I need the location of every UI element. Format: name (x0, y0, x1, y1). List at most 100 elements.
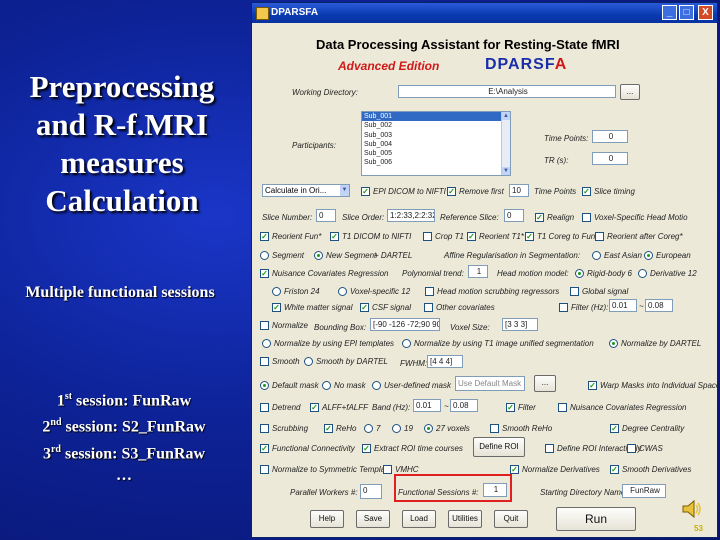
band-low-input[interactable]: 0.01 (413, 399, 441, 412)
load-button[interactable]: Load (402, 510, 436, 528)
rigid-body-radio[interactable] (575, 269, 584, 278)
smooth-checkbox[interactable] (260, 357, 269, 366)
maximize-button[interactable]: □ (679, 5, 694, 20)
parallel-workers-input[interactable]: 0 (360, 484, 382, 499)
warp-masks-checkbox[interactable]: ✓ (588, 381, 597, 390)
slice-number-input[interactable]: 0 (316, 209, 336, 222)
csf-checkbox[interactable]: ✓ (360, 303, 369, 312)
no-mask-radio[interactable] (322, 381, 331, 390)
european-radio[interactable] (644, 251, 653, 260)
smooth-dartel-label: Smooth by DARTEL (316, 357, 388, 366)
nuisance-regression-checkbox[interactable]: ✓ (260, 269, 269, 278)
speaker-icon[interactable] (681, 498, 703, 520)
degree-centrality-checkbox[interactable]: ✓ (610, 424, 619, 433)
list-item[interactable]: Sub_006 (362, 158, 510, 167)
reho-7-radio[interactable] (364, 424, 373, 433)
t1-coreg-checkbox[interactable]: ✓ (525, 232, 534, 241)
norm-dartel-radio[interactable] (609, 339, 618, 348)
global-signal-checkbox[interactable] (570, 287, 579, 296)
list-item[interactable]: Sub_003 (362, 131, 510, 140)
new-segment-radio[interactable] (314, 251, 323, 260)
voxel-size-input[interactable]: [3 3 3] (502, 318, 538, 331)
starting-dir-input[interactable]: FunRaw (622, 484, 666, 498)
nuisance-regression-2-checkbox[interactable] (558, 403, 567, 412)
scrubbing-checkbox[interactable] (260, 424, 269, 433)
define-roi-button[interactable]: Define ROI (473, 437, 525, 457)
smooth-dartel-radio[interactable] (304, 357, 313, 366)
norm-symmetric-checkbox[interactable] (260, 465, 269, 474)
quit-button[interactable]: Quit (494, 510, 528, 528)
user-mask-radio[interactable] (372, 381, 381, 390)
polynomial-trend-input[interactable]: 1 (468, 265, 488, 278)
reho-19-radio[interactable] (392, 424, 401, 433)
head-scrubbing-checkbox[interactable] (425, 287, 434, 296)
bounding-box-input[interactable]: [-90 -126 -72;90 90 108] (370, 318, 440, 331)
norm-epi-radio[interactable] (262, 339, 271, 348)
reorient-fun-checkbox[interactable]: ✓ (260, 232, 269, 241)
cwas-checkbox[interactable] (627, 444, 636, 453)
participants-list[interactable]: Sub_001 Sub_002 Sub_003 Sub_004 Sub_005 … (361, 111, 511, 176)
session-line-1: 1st session: FunRaw (4, 386, 244, 412)
save-button[interactable]: Save (356, 510, 390, 528)
filter-high-input[interactable]: 0.08 (645, 299, 673, 312)
vmhc-checkbox[interactable] (383, 465, 392, 474)
tr-input[interactable]: 0 (592, 152, 628, 165)
list-item[interactable]: Sub_005 (362, 149, 510, 158)
working-dir-input[interactable]: E:\Analysis (398, 85, 616, 98)
run-button[interactable]: Run (556, 507, 636, 531)
normalize-checkbox[interactable] (260, 321, 269, 330)
derivative-radio[interactable] (638, 269, 647, 278)
calc-space-select[interactable]: Calculate in Ori... ▼ (262, 184, 350, 197)
detrend-checkbox[interactable] (260, 403, 269, 412)
reorient-after-coreg-checkbox[interactable] (595, 232, 604, 241)
define-roi-interactively-checkbox[interactable] (545, 444, 554, 453)
norm-t1-radio[interactable] (402, 339, 411, 348)
slice-order-input[interactable]: 1:2:33,2:2:32 (387, 209, 435, 222)
reorient-t1-checkbox[interactable]: ✓ (467, 232, 476, 241)
fwhm-input[interactable]: [4 4 4] (427, 355, 463, 368)
reference-slice-input[interactable]: 0 (504, 209, 524, 222)
list-item[interactable]: Sub_004 (362, 140, 510, 149)
white-matter-checkbox[interactable]: ✓ (272, 303, 281, 312)
working-dir-browse-button[interactable]: ... (620, 84, 640, 100)
filter-main-checkbox[interactable]: ✓ (506, 403, 515, 412)
default-mask-radio[interactable] (260, 381, 269, 390)
realign-checkbox[interactable]: ✓ (535, 213, 544, 222)
crop-t1-checkbox[interactable] (423, 232, 432, 241)
window-titlebar[interactable]: DPARSFA _ □ X (252, 3, 717, 23)
voxel-head-motion-checkbox[interactable] (582, 213, 591, 222)
other-covariates-checkbox[interactable] (424, 303, 433, 312)
list-item[interactable]: Sub_002 (362, 121, 510, 130)
use-default-mask-input[interactable]: Use Default Mask (455, 376, 525, 391)
normalize-derivatives-checkbox[interactable]: ✓ (510, 465, 519, 474)
slice-timing-checkbox[interactable]: ✓ (582, 187, 591, 196)
filter-low-input[interactable]: 0.01 (609, 299, 637, 312)
minimize-button[interactable]: _ (662, 5, 677, 20)
friston-radio[interactable] (272, 287, 281, 296)
extract-roi-checkbox[interactable]: ✓ (362, 444, 371, 453)
east-asian-radio[interactable] (592, 251, 601, 260)
remove-first-checkbox[interactable]: ✓ (447, 187, 456, 196)
reho-27-radio[interactable] (424, 424, 433, 433)
participants-scrollbar[interactable]: ▲ ▼ (501, 112, 510, 175)
scroll-up-icon[interactable]: ▲ (502, 112, 510, 120)
reho-checkbox[interactable]: ✓ (324, 424, 333, 433)
band-high-input[interactable]: 0.08 (450, 399, 478, 412)
t1-dicom-checkbox[interactable]: ✓ (330, 232, 339, 241)
time-points-input[interactable]: 0 (592, 130, 628, 143)
utilities-button[interactable]: Utilities (448, 510, 482, 528)
mask-browse-button[interactable]: ... (534, 375, 556, 392)
segment-radio[interactable] (260, 251, 269, 260)
remove-first-input[interactable]: 10 (509, 184, 529, 197)
smooth-derivatives-checkbox[interactable]: ✓ (610, 465, 619, 474)
voxel-specific-radio[interactable] (338, 287, 347, 296)
close-button[interactable]: X (698, 5, 713, 20)
functional-connectivity-checkbox[interactable]: ✓ (260, 444, 269, 453)
filter-checkbox[interactable] (559, 303, 568, 312)
smooth-reho-checkbox[interactable] (490, 424, 499, 433)
scroll-down-icon[interactable]: ▼ (502, 167, 510, 175)
help-button[interactable]: Help (310, 510, 344, 528)
epi-dicom-checkbox[interactable]: ✓ (361, 187, 370, 196)
alff-checkbox[interactable]: ✓ (310, 403, 319, 412)
list-item[interactable]: Sub_001 (362, 112, 510, 122)
